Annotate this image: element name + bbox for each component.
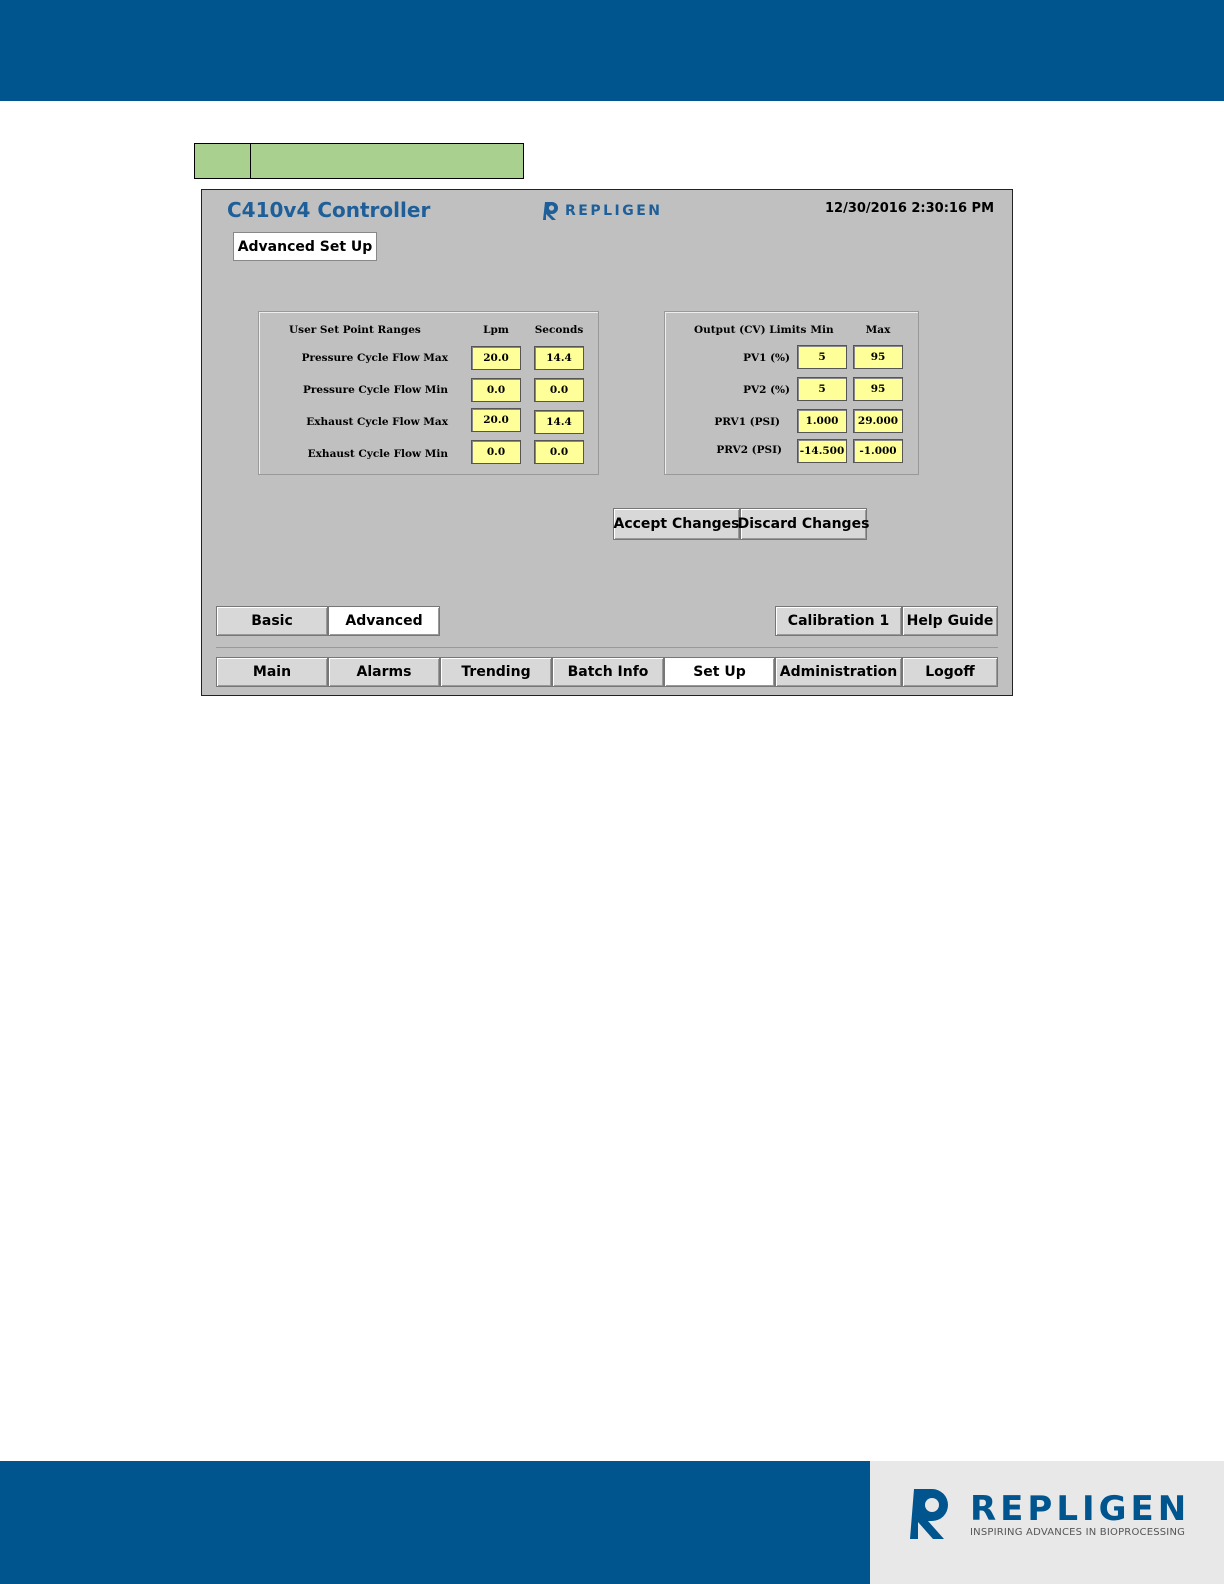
nav-logoff[interactable]: Logoff (902, 657, 998, 687)
col-seconds: Seconds (534, 324, 584, 336)
header-table (194, 143, 524, 179)
page-title-tab: Advanced Set Up (233, 232, 377, 261)
nav-administration[interactable]: Administration (775, 657, 902, 687)
nav-alarms[interactable]: Alarms (328, 657, 440, 687)
prv1-min[interactable]: 1.000 (797, 409, 847, 433)
brand-name: REPLIGEN (565, 203, 663, 219)
pv2-max[interactable]: 95 (853, 377, 903, 401)
repligen-mark-icon (543, 202, 558, 220)
datetime: 12/30/2016 2:30:16 PM (825, 201, 994, 216)
nav-batch-info[interactable]: Batch Info (552, 657, 664, 687)
row-label: Pressure Cycle Flow Max (301, 352, 448, 364)
col-lpm: Lpm (483, 324, 509, 336)
col-max: Max (865, 324, 891, 336)
hmi-screenshot: C410v4 Controller REPLIGEN 12/30/2016 2:… (201, 189, 1013, 696)
prv1-max[interactable]: 29.000 (853, 409, 903, 433)
pressure-flow-max-lpm[interactable]: 20.0 (471, 346, 521, 370)
tab-basic[interactable]: Basic (216, 606, 328, 636)
pv2-min[interactable]: 5 (797, 377, 847, 401)
table-cell-divider (250, 144, 251, 178)
pv1-max[interactable]: 95 (853, 345, 903, 369)
col-min: Min (810, 324, 834, 336)
exhaust-flow-min-lpm[interactable]: 0.0 (471, 440, 521, 464)
prv2-min[interactable]: -14.500 (797, 439, 847, 463)
output-limits-panel: Output (CV) Limits Min Max PV1 (%) 5 95 … (664, 311, 919, 475)
pressure-flow-min-seconds[interactable]: 0.0 (534, 378, 584, 402)
header-band (0, 0, 1224, 101)
divider (216, 647, 998, 648)
help-guide-button[interactable]: Help Guide (902, 606, 998, 636)
exhaust-flow-max-seconds[interactable]: 14.4 (534, 410, 584, 434)
calibration-button[interactable]: Calibration 1 (775, 606, 902, 636)
pressure-flow-max-seconds[interactable]: 14.4 (534, 346, 584, 370)
controller-title: C410v4 Controller (227, 198, 431, 222)
repligen-mark-icon (910, 1489, 948, 1539)
row-label: Pressure Cycle Flow Min (303, 384, 448, 396)
footer-brand: REPLIGEN (970, 1489, 1191, 1529)
row-label: PV2 (%) (743, 384, 790, 396)
footer-logo: REPLIGEN INSPIRING ADVANCES IN BIOPROCES… (870, 1461, 1224, 1584)
prv2-max[interactable]: -1.000 (853, 439, 903, 463)
nav-trending[interactable]: Trending (440, 657, 552, 687)
footer-band (0, 1461, 870, 1584)
accept-changes-button[interactable]: Accept Changes (613, 508, 740, 540)
nav-set-up[interactable]: Set Up (664, 657, 775, 687)
row-label: Exhaust Cycle Flow Min (307, 448, 448, 460)
setpoint-heading: User Set Point Ranges (289, 324, 421, 336)
pv1-min[interactable]: 5 (797, 345, 847, 369)
limits-heading: Output (CV) Limits (694, 324, 807, 336)
tab-advanced[interactable]: Advanced (328, 606, 440, 636)
row-label: PV1 (%) (743, 352, 790, 364)
exhaust-flow-max-lpm[interactable]: 20.0 (471, 408, 521, 432)
discard-changes-button[interactable]: Discard Changes (738, 508, 869, 540)
row-label: PRV1 (PSI) (714, 416, 780, 428)
brand-logo: REPLIGEN (543, 201, 663, 221)
footer-tagline: INSPIRING ADVANCES IN BIOPROCESSING (970, 1527, 1186, 1538)
row-label: PRV2 (PSI) (716, 444, 782, 456)
exhaust-flow-min-seconds[interactable]: 0.0 (534, 440, 584, 464)
setpoint-panel: User Set Point Ranges Lpm Seconds Pressu… (258, 311, 599, 475)
row-label: Exhaust Cycle Flow Max (306, 416, 448, 428)
pressure-flow-min-lpm[interactable]: 0.0 (471, 378, 521, 402)
nav-main[interactable]: Main (216, 657, 328, 687)
